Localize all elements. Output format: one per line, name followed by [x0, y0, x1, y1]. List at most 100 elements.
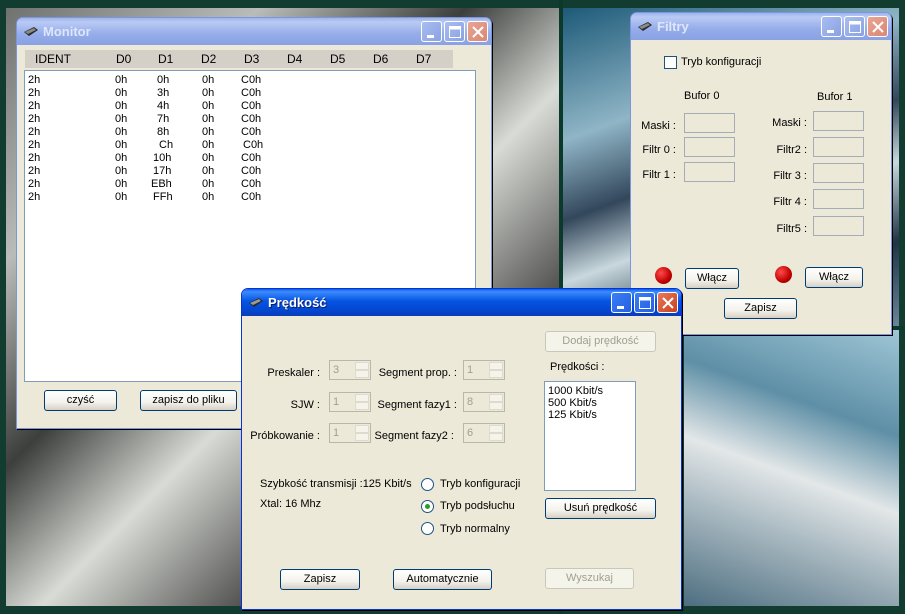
table-row[interactable]: 2h 0h 7h 0h C0h — [25, 113, 455, 126]
monitor-titlebar[interactable]: Monitor — [17, 18, 491, 45]
xtal-text: Xtal: 16 Mhz — [260, 498, 322, 510]
list-item[interactable]: 125 Kbit/s — [548, 409, 597, 422]
speeds-listbox[interactable]: 1000 Kbit/s 500 Kbit/s 125 Kbit/s — [544, 381, 636, 491]
spinner-arrows[interactable] — [489, 362, 503, 378]
spin-up-icon[interactable] — [489, 394, 503, 402]
table-row[interactable]: 2h 0h 8h 0h C0h — [25, 126, 455, 139]
spin-up-icon[interactable] — [355, 394, 369, 402]
cell-ident: 2h — [28, 165, 41, 177]
segment-fazy1-stepper[interactable]: 8 — [463, 392, 505, 412]
spin-up-icon[interactable] — [489, 362, 503, 370]
minimize-button[interactable] — [821, 16, 842, 37]
minimize-button[interactable] — [421, 21, 442, 42]
maximize-button[interactable] — [634, 292, 655, 313]
close-icon — [872, 21, 884, 33]
column-header-d7[interactable]: D7 — [416, 52, 431, 66]
sjw-stepper[interactable]: 1 — [329, 392, 371, 412]
column-header-d6[interactable]: D6 — [373, 52, 388, 66]
auto-button[interactable]: Automatycznie — [393, 569, 492, 590]
spin-up-icon[interactable] — [355, 425, 369, 433]
maximize-button[interactable] — [844, 16, 865, 37]
buffer1-mask-input[interactable] — [813, 111, 864, 131]
mode-normal-label[interactable]: Tryb normalny — [440, 523, 510, 536]
spinner-arrows[interactable] — [355, 425, 369, 441]
column-header-d2[interactable]: D2 — [201, 52, 216, 66]
clear-button[interactable]: czyść — [44, 390, 117, 411]
buffer1-filter2-input[interactable] — [813, 137, 864, 157]
table-row[interactable]: 2h 0h 17h 0h C0h — [25, 165, 455, 178]
column-header-ident[interactable]: IDENT — [35, 52, 71, 66]
mode-config-radio[interactable] — [421, 478, 434, 491]
column-header-d3[interactable]: D3 — [244, 52, 259, 66]
spin-down-icon[interactable] — [355, 402, 369, 410]
preskaler-label: Preskaler : — [267, 367, 320, 379]
mode-config-label[interactable]: Tryb konfiguracji — [440, 478, 520, 491]
buffer0-filter1-input[interactable] — [684, 162, 735, 182]
table-row[interactable]: 2h 0h FFh 0h C0h — [25, 191, 455, 204]
spin-down-icon[interactable] — [355, 433, 369, 441]
mode-listen-radio[interactable] — [421, 500, 434, 513]
spin-down-icon[interactable] — [355, 370, 369, 378]
preskaler-stepper[interactable]: 3 — [329, 360, 371, 380]
maximize-icon — [449, 26, 461, 38]
segment-prop-stepper[interactable]: 1 — [463, 360, 505, 380]
cell-d0: 0h — [115, 126, 128, 138]
cell-ident: 2h — [28, 87, 41, 99]
buffer0-filter0-input[interactable] — [684, 137, 735, 157]
column-header-d5[interactable]: D5 — [330, 52, 345, 66]
buffer1-filter4-label: Filtr 4 : — [773, 196, 807, 208]
predkosc-save-button[interactable]: Zapisz — [280, 569, 360, 590]
spin-down-icon[interactable] — [489, 370, 503, 378]
filtry-titlebar[interactable]: Filtry — [631, 13, 891, 40]
buffer1-enable-button[interactable]: Włącz — [805, 267, 863, 288]
buffer0-status-led — [655, 267, 672, 284]
cell-d3: C0h — [243, 139, 264, 151]
maximize-button[interactable] — [444, 21, 465, 42]
buffer0-enable-button[interactable]: Włącz — [685, 268, 739, 289]
cell-d0: 0h — [115, 191, 128, 203]
close-button[interactable] — [657, 292, 678, 313]
buffer1-filter5-input[interactable] — [813, 216, 864, 236]
spinner-arrows[interactable] — [355, 362, 369, 378]
buffer1-filter4-input[interactable] — [813, 189, 864, 209]
spin-up-icon[interactable] — [355, 362, 369, 370]
segment-fazy2-stepper[interactable]: 6 — [463, 423, 505, 443]
table-row[interactable]: 2h 0h EBh 0h C0h — [25, 178, 455, 191]
remove-speed-button[interactable]: Usuń prędkość — [545, 498, 656, 519]
save-to-file-button[interactable]: zapisz do pliku — [140, 390, 237, 411]
cell-d0: 0h — [115, 152, 128, 164]
spin-down-icon[interactable] — [489, 402, 503, 410]
mode-normal-radio[interactable] — [421, 522, 434, 535]
cell-d3: C0h — [241, 178, 262, 190]
buffer1-header: Bufor 1 — [817, 91, 853, 103]
table-row[interactable]: 2h 0h 3h 0h C0h — [25, 87, 455, 100]
predkosc-titlebar[interactable]: Prędkość — [242, 289, 681, 316]
add-speed-button[interactable]: Dodaj prędkość — [545, 331, 656, 352]
cell-d2: 0h — [202, 100, 215, 112]
spin-up-icon[interactable] — [489, 425, 503, 433]
buffer1-filter3-label: Filtr 3 : — [773, 170, 807, 182]
column-header-d0[interactable]: D0 — [116, 52, 131, 66]
filtry-save-button[interactable]: Zapisz — [724, 298, 797, 319]
buffer1-filter3-input[interactable] — [813, 163, 864, 183]
config-mode-checkbox[interactable] — [664, 56, 677, 69]
probkowanie-stepper[interactable]: 1 — [329, 423, 371, 443]
spin-down-icon[interactable] — [489, 433, 503, 441]
table-row[interactable]: 2h 0h 10h 0h C0h — [25, 152, 455, 165]
column-header-d4[interactable]: D4 — [287, 52, 302, 66]
spinner-arrows[interactable] — [489, 425, 503, 441]
column-header-d1[interactable]: D1 — [158, 52, 173, 66]
spinner-arrows[interactable] — [489, 394, 503, 410]
buffer0-header: Bufor 0 — [684, 90, 720, 102]
close-button[interactable] — [867, 16, 888, 37]
spinner-arrows[interactable] — [355, 394, 369, 410]
table-row[interactable]: 2h 0h Ch 0h C0h — [25, 139, 455, 152]
table-row[interactable]: 2h 0h 4h 0h C0h — [25, 100, 455, 113]
close-button[interactable] — [467, 21, 488, 42]
minimize-button[interactable] — [611, 292, 632, 313]
table-row[interactable]: 2h 0h 0h 0h C0h — [25, 74, 455, 87]
buffer0-mask-input[interactable] — [684, 113, 735, 133]
mode-listen-label[interactable]: Tryb podsłuchu — [440, 500, 515, 513]
cell-d0: 0h — [115, 87, 128, 99]
search-button[interactable]: Wyszukaj — [545, 568, 634, 589]
